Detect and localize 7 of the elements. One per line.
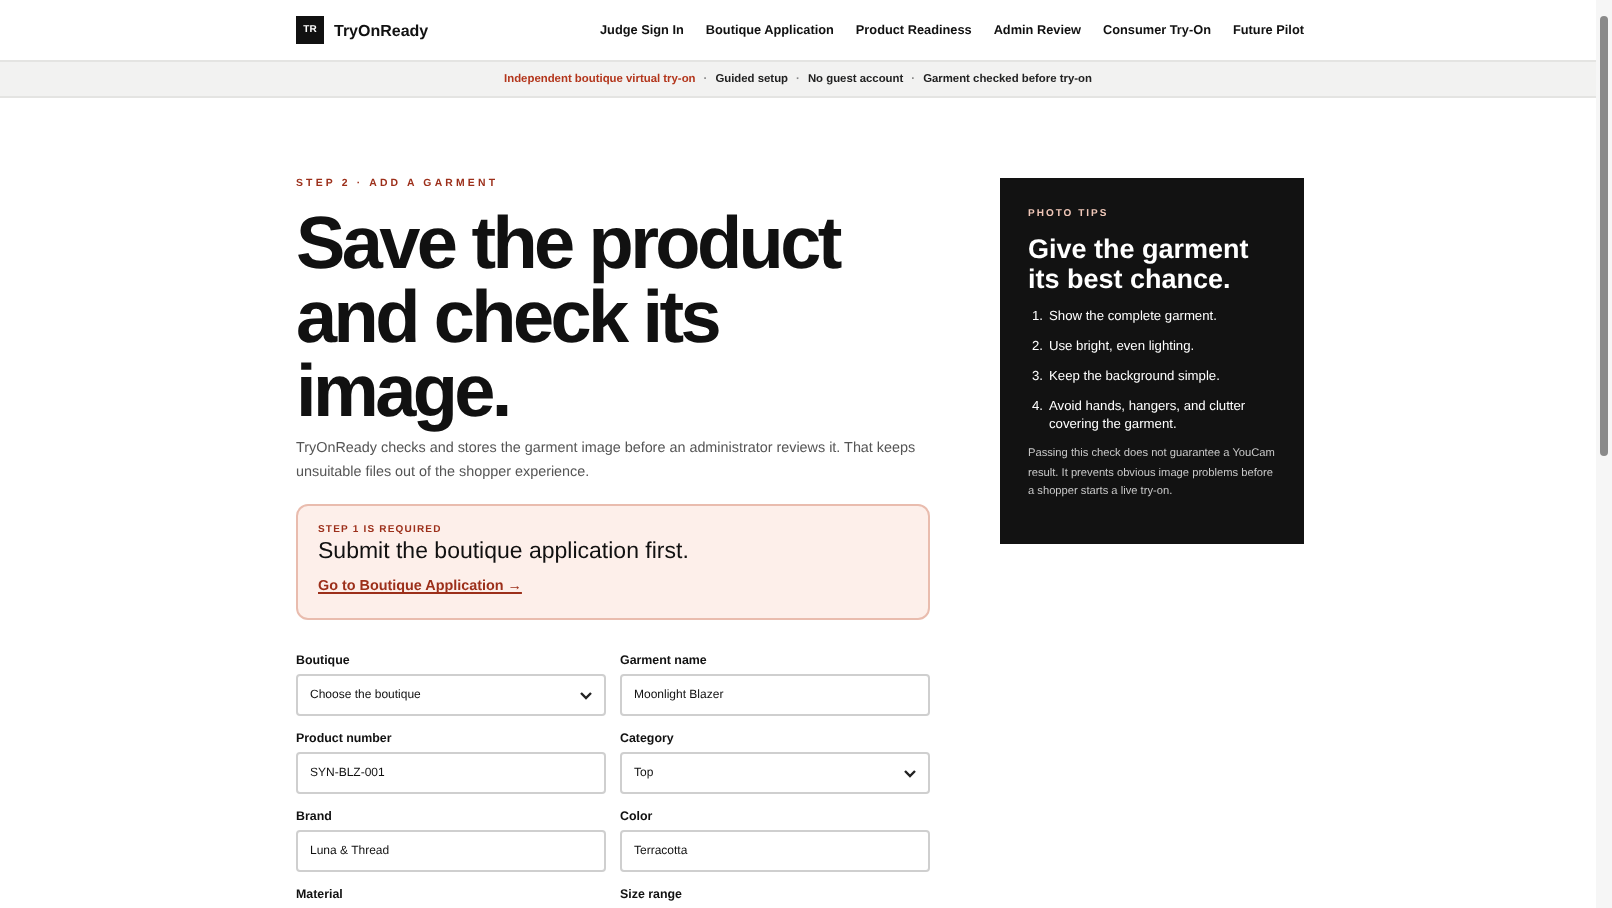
- page-heading: Save the product and check its image.: [296, 206, 842, 428]
- chevron-icon: [580, 691, 592, 699]
- brand-name[interactable]: TryOnReady: [334, 21, 429, 39]
- chevron-icon: [904, 769, 916, 777]
- tips-title: Give the garment its best chance.: [1028, 234, 1251, 294]
- alert-title: Submit the boutique application first.: [318, 540, 691, 564]
- scrollbar[interactable]: [1596, 0, 1612, 908]
